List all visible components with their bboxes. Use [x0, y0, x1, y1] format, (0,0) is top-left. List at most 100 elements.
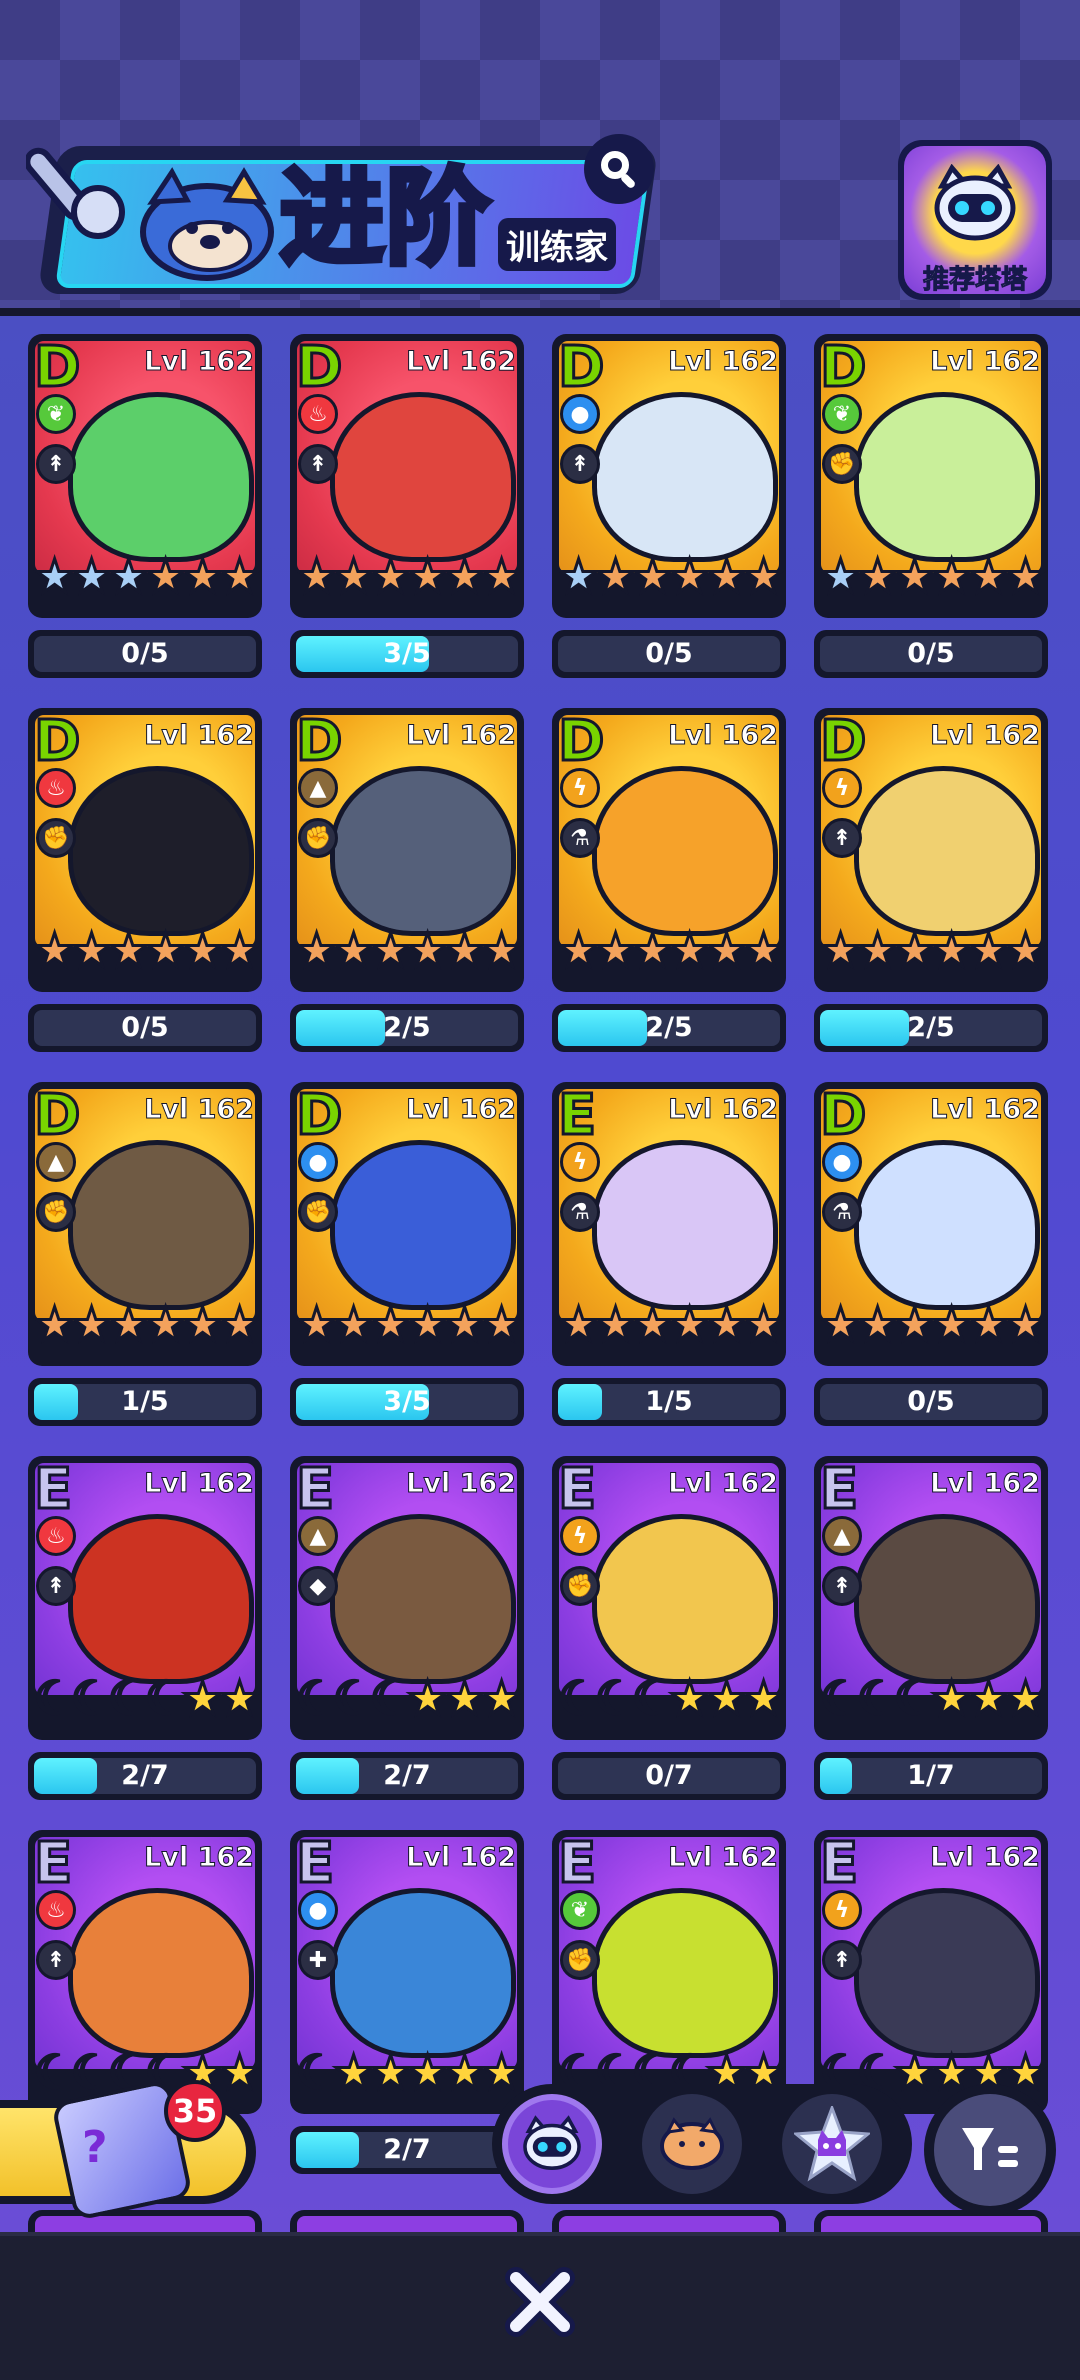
magic-wand-icon [26, 147, 125, 239]
rank-letter: D [818, 335, 868, 400]
creature-portrait [592, 1140, 778, 1310]
moon-icon: ☾ [144, 1671, 188, 1726]
rank-letter: D [818, 709, 868, 774]
tab-cat[interactable] [502, 2094, 602, 2194]
creature-portrait [68, 766, 254, 936]
fire-element-icon: ♨ [36, 768, 76, 808]
pet-card[interactable]: E Lvl 162 ϟ ↟ ☾ ☾ ★ ★ ★ ★ [814, 1830, 1048, 2114]
rank-letter: E [32, 1831, 73, 1896]
star-icon: ★ [218, 1671, 262, 1726]
pet-card[interactable]: E Lvl 162 ϟ ✊ ☾ ☾ ☾ ★ ★ ★ [552, 1456, 786, 1740]
star-icon: ★ [705, 1671, 749, 1726]
level-label: Lvl 162 [144, 1094, 255, 1126]
star-icon: ★ [144, 923, 188, 978]
pet-card[interactable]: D Lvl 162 ❦ ✊ ★ ★ ★ ★ ★ ★ [814, 334, 1048, 618]
star-cat-icon [794, 2106, 870, 2182]
level-label: Lvl 162 [406, 1842, 517, 1874]
pet-card[interactable]: D Lvl 162 ϟ ⚗ ★ ★ ★ ★ ★ ★ [552, 708, 786, 992]
star-rating: ★ ★ ★ ★ ★ ★ [295, 923, 524, 980]
close-button[interactable] [500, 2262, 580, 2342]
level-label: Lvl 162 [144, 720, 255, 752]
search-button[interactable] [584, 134, 654, 204]
star-icon: ★ [295, 923, 339, 978]
star-icon: ★ [406, 1671, 450, 1726]
progress-text: 0/5 [907, 1386, 955, 1417]
pet-card[interactable]: D Lvl 162 ▲ ✊ ★ ★ ★ ★ ★ ★ [28, 1082, 262, 1366]
earth-element-icon: ▲ [298, 768, 338, 808]
dagger-role-icon: ↟ [36, 444, 76, 484]
pet-card[interactable]: E Lvl 162 ▲ ↟ ☾ ☾ ☾ ★ ★ ★ [814, 1456, 1048, 1740]
star-icon: ★ [369, 549, 413, 604]
pet-card[interactable]: E Lvl 162 ❦ ✊ ☾ ☾ ☾ ☾ ★ ★ [552, 1830, 786, 2114]
level-label: Lvl 162 [668, 1094, 779, 1126]
star-icon: ★ [443, 549, 487, 604]
level-label: Lvl 162 [668, 1842, 779, 1874]
earth-element-icon: ▲ [822, 1516, 862, 1556]
star-icon: ★ [406, 1297, 450, 1352]
question-mark: ? [82, 2122, 108, 2173]
rank-letter: E [294, 1831, 335, 1896]
star-icon: ★ [33, 1297, 77, 1352]
creature-portrait [592, 1888, 778, 2058]
star-icon: ★ [893, 2045, 937, 2100]
star-rating: ☾ ☾ ☾ ★ ★ ★ [819, 1671, 1048, 1728]
pet-card[interactable]: D Lvl 162 ❦ ↟ ★ ★ ★ ★ ★ ★ [28, 334, 262, 618]
progress-text: 2/5 [383, 1012, 431, 1043]
star-icon: ★ [930, 923, 974, 978]
progress-bar: 2/5 [814, 1004, 1048, 1052]
progress-bar: 3/5 [290, 1378, 524, 1426]
star-icon: ★ [369, 923, 413, 978]
filter-icon [962, 2128, 1018, 2170]
pet-card[interactable]: E Lvl 162 ϟ ⚗ ★ ★ ★ ★ ★ ★ [552, 1082, 786, 1366]
star-icon: ★ [480, 1671, 524, 1726]
recommend-button[interactable]: 推荐塔塔 [898, 140, 1052, 300]
star-icon: ★ [742, 1671, 786, 1726]
mystery-box-button[interactable]: ? 35 [0, 2078, 258, 2222]
moon-icon: ☾ [856, 1671, 900, 1726]
star-icon: ★ [967, 549, 1011, 604]
pet-card[interactable]: E Lvl 162 ♨ ↟ ☾ ☾ ☾ ☾ ★ ★ [28, 1456, 262, 1740]
progress-bar: 3/5 [290, 630, 524, 678]
tab-star-cat[interactable] [782, 2094, 882, 2194]
star-icon: ★ [480, 549, 524, 604]
moon-icon: ☾ [70, 1671, 114, 1726]
pet-card[interactable]: D Lvl 162 ♨ ↟ ★ ★ ★ ★ ★ ★ [290, 334, 524, 618]
rank-letter: D [294, 335, 344, 400]
star-icon: ★ [332, 2045, 376, 2100]
star-icon: ★ [930, 549, 974, 604]
pet-card[interactable]: D Lvl 162 ● ✊ ★ ★ ★ ★ ★ ★ [290, 1082, 524, 1366]
creature-portrait [330, 1140, 516, 1310]
level-label: Lvl 162 [668, 346, 779, 378]
search-icon [601, 151, 635, 188]
header-divider [0, 308, 1080, 316]
pet-card[interactable]: E Lvl 162 ▲ ◆ ☾ ☾ ☾ ★ ★ ★ [290, 1456, 524, 1740]
creature-portrait [330, 766, 516, 936]
tab-creature[interactable] [642, 2094, 742, 2194]
star-icon: ★ [443, 1671, 487, 1726]
rank-letter: E [294, 1457, 335, 1522]
level-label: Lvl 162 [930, 346, 1041, 378]
star-icon: ★ [893, 923, 937, 978]
pet-card[interactable]: D Lvl 162 ▲ ✊ ★ ★ ★ ★ ★ ★ [290, 708, 524, 992]
star-icon: ★ [443, 2045, 487, 2100]
pet-card[interactable]: D Lvl 162 ● ⚗ ★ ★ ★ ★ ★ ★ [814, 1082, 1048, 1366]
pet-card[interactable]: E Lvl 162 ● ✚ ☾ ★ ★ ★ ★ ★ [290, 1830, 524, 2114]
moon-icon: ☾ [631, 1671, 675, 1726]
rank-letter: D [556, 335, 606, 400]
tab-bar [492, 2084, 912, 2204]
star-icon: ★ [33, 549, 77, 604]
pet-card[interactable]: D Lvl 162 ϟ ↟ ★ ★ ★ ★ ★ ★ [814, 708, 1048, 992]
water-element-icon: ● [560, 394, 600, 434]
pet-card[interactable]: D Lvl 162 ● ↟ ★ ★ ★ ★ ★ ★ [552, 334, 786, 618]
pet-card[interactable]: D Lvl 162 ♨ ✊ ★ ★ ★ ★ ★ ★ [28, 708, 262, 992]
pet-card[interactable]: E Lvl 162 ♨ ↟ ☾ ☾ ☾ ☾ ★ ★ [28, 1830, 262, 2114]
level-label: Lvl 162 [406, 346, 517, 378]
dagger-role-icon: ↟ [298, 444, 338, 484]
page-subtitle: 训练家 [498, 218, 616, 271]
progress-text: 0/5 [121, 1012, 169, 1043]
star-icon: ★ [705, 1297, 749, 1352]
creature-portrait [592, 1514, 778, 1684]
progress-text: 2/5 [907, 1012, 955, 1043]
star-rating: ★ ★ ★ ★ ★ ★ [819, 923, 1048, 980]
filter-button[interactable] [924, 2084, 1056, 2216]
